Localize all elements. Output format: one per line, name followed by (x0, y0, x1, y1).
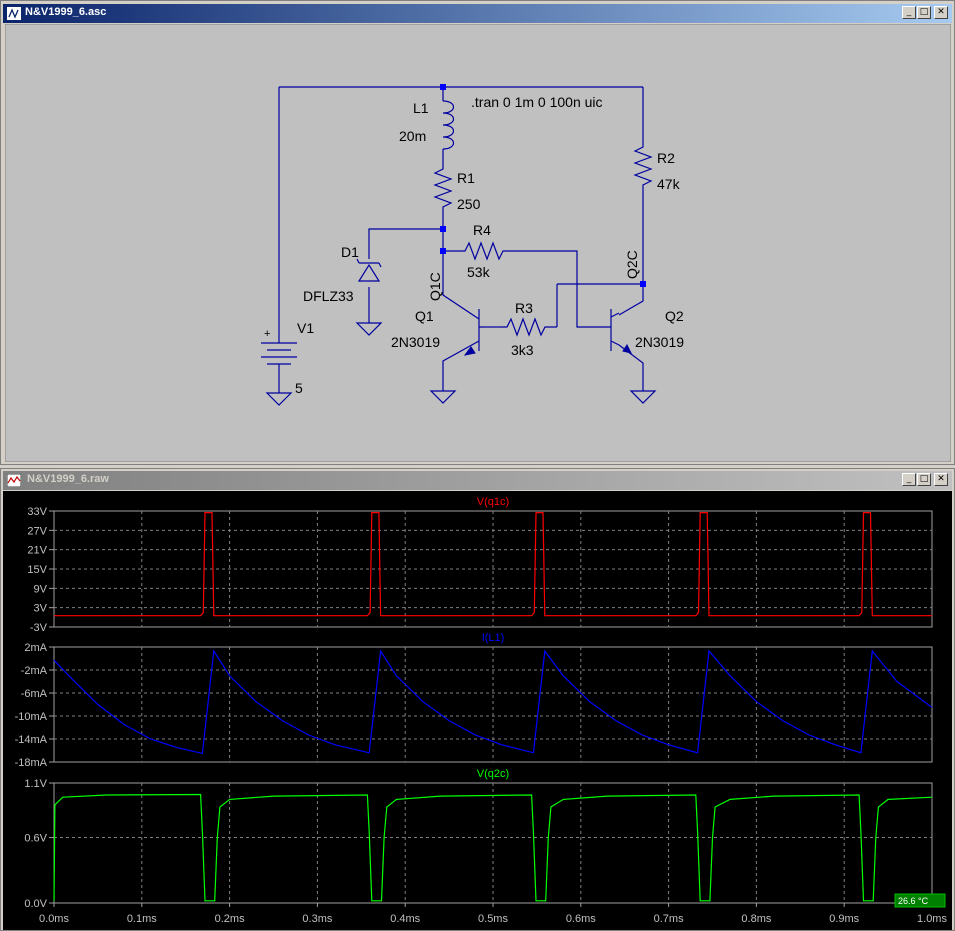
y-tick-label: -18mA (15, 757, 48, 769)
y-tick-label: -6mA (21, 688, 48, 700)
x-tick-label: 0.7ms (654, 913, 684, 925)
r1-value: 250 (457, 196, 481, 212)
waveform-title: N&V1999_6.raw (27, 473, 109, 485)
schematic-title: N&V1999_6.asc (25, 6, 107, 18)
waveform-window: N&V1999_6.raw _ □ ✕ 33V 27V 21V 15V 9V 3V -3V V… (0, 468, 955, 931)
d1-ref: D1 (341, 244, 359, 260)
y-tick-label: -3V (30, 622, 48, 634)
y-tick-label: 33V (27, 506, 47, 518)
x-tick-label: 1.0ms (917, 913, 947, 925)
restore-button[interactable]: □ (917, 473, 931, 486)
v1-ref: V1 (297, 320, 314, 336)
spice-directive: .tran 0 1m 0 100n uic (471, 94, 603, 110)
r2-ref: R2 (657, 150, 675, 166)
minimize-icon: _ (906, 7, 912, 17)
waveform-titlebar[interactable]: N&V1999_6.raw _ □ ✕ (3, 471, 952, 490)
y-tick-label: -10mA (15, 711, 48, 723)
restore-button[interactable]: □ (917, 6, 931, 19)
x-tick-label: 0.1ms (127, 913, 157, 925)
x-tick-label: 0.5ms (478, 913, 508, 925)
y-tick-label: 2mA (24, 642, 47, 654)
schematic-window: N&V1999_6.asc _ □ ✕ + .tran 0 1m 0 100n … (0, 0, 955, 465)
waveform-app-icon (6, 473, 22, 488)
v1-plus-sign: + (264, 328, 270, 340)
q2-ref: Q2 (665, 308, 684, 324)
restore-icon: □ (919, 474, 929, 484)
q2-value: 2N3019 (635, 334, 684, 350)
x-tick-label: 0.6ms (566, 913, 596, 925)
r3-value: 3k3 (511, 342, 534, 358)
close-icon: ✕ (937, 474, 945, 484)
trace-title[interactable]: V(q2c) (477, 768, 509, 780)
schematic-canvas[interactable]: + .tran 0 1m 0 100n uic L1 20m R1 250 R2… (5, 24, 951, 462)
trace-title[interactable]: V(q1c) (477, 496, 509, 508)
restore-icon: □ (919, 7, 929, 17)
r2-value: 47k (657, 176, 681, 192)
y-tick-label: 1.1V (24, 778, 47, 790)
net-label-q1c: Q1C (427, 272, 443, 301)
y-tick-label: 9V (34, 583, 48, 595)
y-tick-label: 0.6V (24, 833, 47, 845)
r1-ref: R1 (457, 170, 475, 186)
x-tick-label: 0.3ms (302, 913, 332, 925)
close-icon: ✕ (937, 7, 945, 17)
trace-title[interactable]: I(L1) (482, 632, 505, 644)
r4-value: 53k (467, 264, 491, 280)
v1-value: 5 (295, 380, 303, 396)
r4-ref: R4 (473, 222, 491, 238)
x-tick-label: 0.8ms (741, 913, 771, 925)
x-tick-label: 0.0ms (39, 913, 69, 925)
schematic-app-icon (7, 7, 21, 20)
schematic-titlebar[interactable]: N&V1999_6.asc _ □ ✕ (3, 4, 952, 23)
d1-value: DFLZ33 (303, 288, 354, 304)
y-tick-label: 3V (34, 603, 48, 615)
y-tick-label: 15V (27, 564, 47, 576)
l1-ref: L1 (413, 100, 429, 116)
net-label-q2c: Q2C (624, 250, 640, 279)
minimize-button[interactable]: _ (902, 473, 916, 486)
waveform-plot-area[interactable]: 33V 27V 21V 15V 9V 3V -3V V(q1c) 2mA -2mA -6mA -10m… (3, 491, 952, 930)
y-tick-label: 0.0V (24, 898, 47, 910)
y-tick-label: 21V (27, 545, 47, 557)
y-tick-label: -2mA (21, 665, 48, 677)
x-tick-label: 0.2ms (215, 913, 245, 925)
minimize-icon: _ (906, 474, 912, 484)
temperature-readout: 26.6 °C (898, 896, 929, 906)
q1-ref: Q1 (415, 308, 434, 324)
close-button[interactable]: ✕ (934, 6, 948, 19)
x-tick-label: 0.4ms (390, 913, 420, 925)
q1-value: 2N3019 (391, 334, 440, 350)
r3-ref: R3 (515, 300, 533, 316)
close-button[interactable]: ✕ (934, 473, 948, 486)
y-tick-label: 27V (27, 525, 47, 537)
x-tick-label: 0.9ms (829, 913, 859, 925)
y-tick-label: -14mA (15, 734, 48, 746)
l1-value: 20m (399, 128, 426, 144)
minimize-button[interactable]: _ (902, 6, 916, 19)
